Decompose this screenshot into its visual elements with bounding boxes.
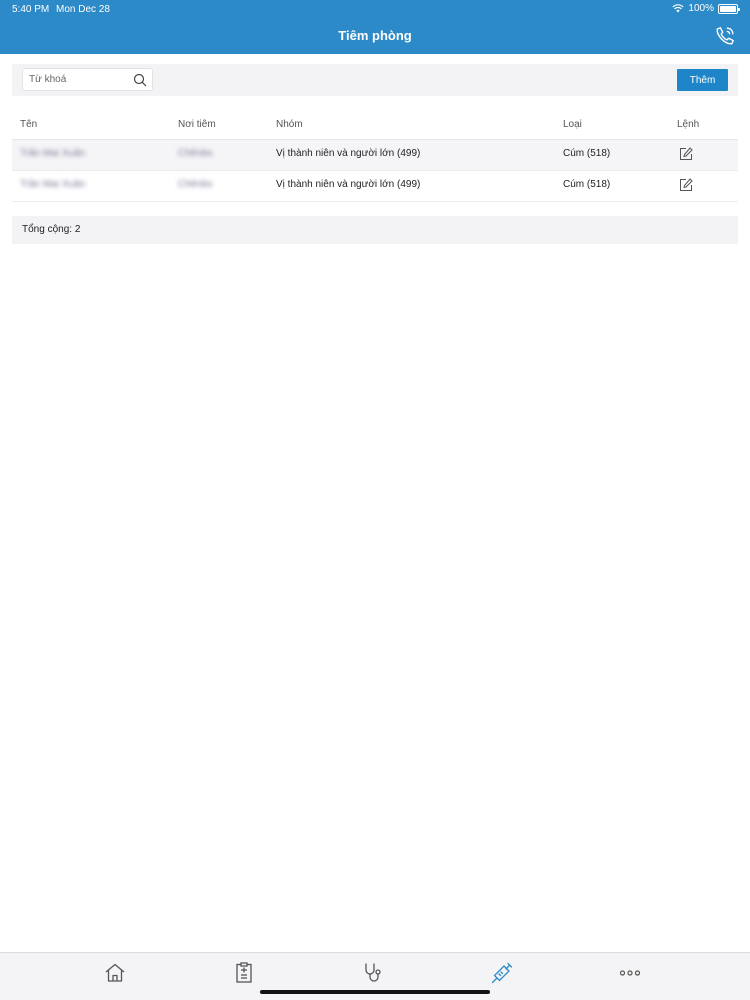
status-time: 5:40 PM (12, 4, 50, 15)
home-indicator[interactable] (260, 990, 490, 994)
total-count: Tổng cộng: 2 (22, 224, 81, 235)
clipboard-icon[interactable] (232, 961, 256, 985)
row-type: Cúm (518) (563, 148, 611, 159)
row-group: Vị thành niên và người lớn (499) (276, 148, 421, 159)
battery-icon (718, 3, 740, 14)
column-header-command: Lệnh (677, 119, 700, 130)
search-box[interactable] (22, 68, 153, 91)
edit-icon[interactable] (679, 178, 693, 192)
column-header-name: Tên (20, 119, 38, 130)
search-icon[interactable] (133, 73, 147, 87)
vaccination-table: Tên Nơi tiêm Nhóm Loại Lệnh Trần Mai Xuâ… (12, 112, 738, 202)
row-name: Trần Mai Xuân (20, 179, 86, 190)
syringe-icon[interactable] (490, 961, 514, 985)
row-type: Cúm (518) (563, 179, 611, 190)
home-icon[interactable] (103, 961, 127, 985)
table-row[interactable]: Trần Mai Xuân Chênbs Vị thành niên và ng… (12, 171, 738, 202)
more-icon[interactable] (618, 961, 642, 985)
column-header-group: Nhóm (276, 119, 303, 130)
row-place: Chênbs (178, 179, 213, 190)
battery-percent: 100% (688, 3, 714, 14)
page-title: Tiêm phòng (338, 28, 412, 43)
column-header-type: Loại (563, 119, 582, 130)
table-row[interactable]: Trần Mai Xuân Chênbs Vị thành niên và ng… (12, 140, 738, 171)
column-header-place: Nơi tiêm (178, 119, 216, 130)
wifi-icon (672, 4, 685, 13)
edit-icon[interactable] (679, 147, 693, 161)
top-bar: 5:40 PM Mon Dec 28 100% Tiêm phòng (0, 0, 750, 54)
total-bar: Tổng cộng: 2 (12, 216, 738, 244)
phone-call-icon[interactable] (714, 25, 736, 47)
status-right: 100% (672, 3, 740, 14)
status-date: Mon Dec 28 (56, 4, 110, 15)
add-button[interactable]: Thêm (677, 69, 728, 91)
row-place: Chênbs (178, 148, 213, 159)
row-group: Vị thành niên và người lớn (499) (276, 179, 421, 190)
table-header: Tên Nơi tiêm Nhóm Loại Lệnh (12, 112, 738, 140)
search-input[interactable] (29, 72, 129, 87)
status-bar: 5:40 PM Mon Dec 28 100% (0, 0, 750, 18)
search-toolbar: Thêm (12, 64, 738, 96)
row-name: Trần Mai Xuân (20, 148, 86, 159)
stethoscope-icon[interactable] (361, 961, 385, 985)
